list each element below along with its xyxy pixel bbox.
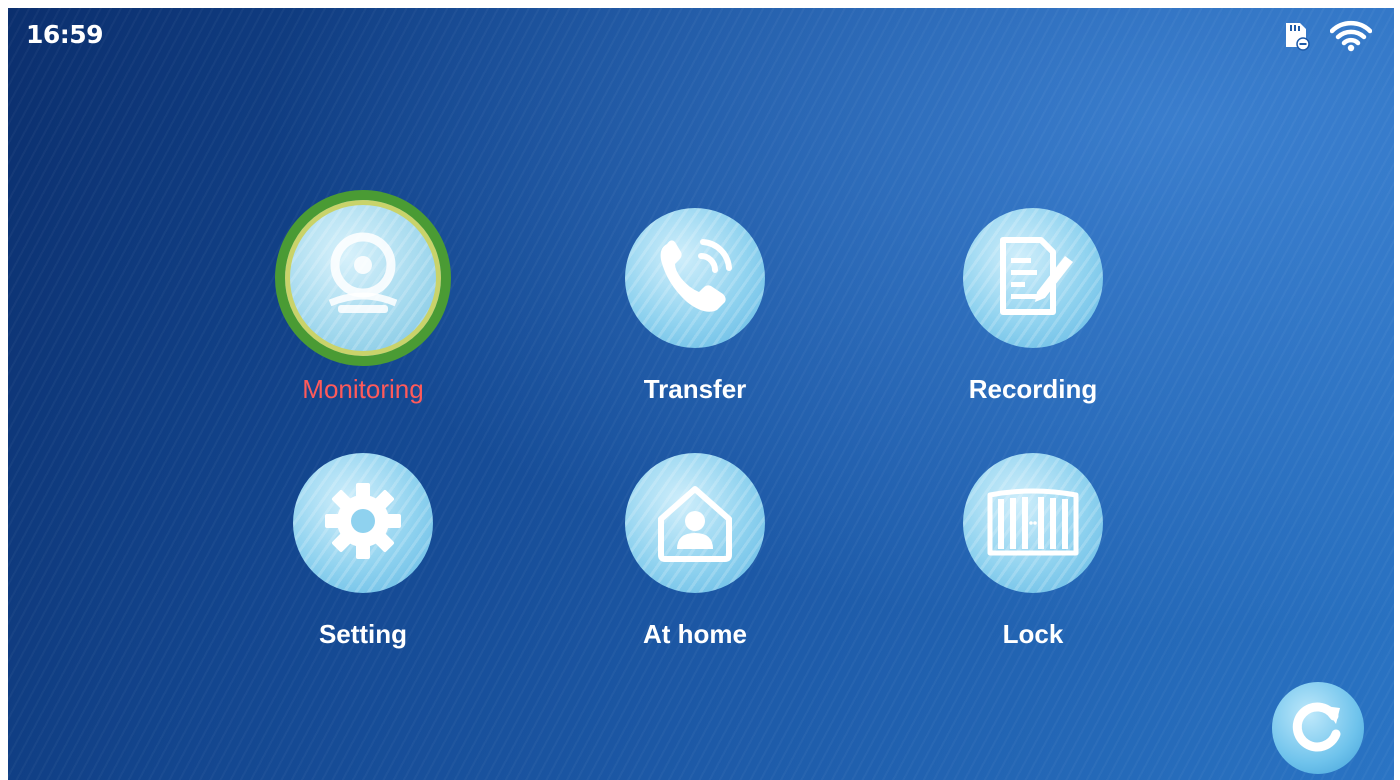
- refresh-icon: [1288, 696, 1348, 760]
- lock-tile-circle[interactable]: [963, 453, 1103, 593]
- recording-label: Recording: [968, 374, 1098, 404]
- document-edit-icon: [983, 226, 1083, 330]
- status-icons: [1282, 20, 1372, 52]
- transfer-label: Transfer: [643, 374, 747, 404]
- home-user-icon: [645, 471, 745, 575]
- menu-item-transfer[interactable]: Transfer: [575, 208, 815, 428]
- gate-lock-icon: [978, 471, 1088, 575]
- at-home-tile-circle[interactable]: [625, 453, 765, 593]
- status-time: 16:59: [26, 20, 104, 49]
- camera-icon: [308, 221, 418, 335]
- menu-item-recording[interactable]: Recording: [913, 208, 1153, 428]
- setting-tile-circle[interactable]: [293, 453, 433, 593]
- refresh-button[interactable]: [1272, 682, 1364, 774]
- monitoring-label: Monitoring: [302, 374, 424, 404]
- main-screen: 16:59 Monitoring Transfer Recording Sett…: [8, 8, 1394, 780]
- menu-item-setting[interactable]: Setting: [243, 453, 483, 673]
- lock-label: Lock: [1002, 619, 1064, 649]
- transfer-tile-circle[interactable]: [625, 208, 765, 348]
- monitoring-tile-circle[interactable]: [275, 190, 451, 366]
- gear-icon: [313, 471, 413, 575]
- menu-item-at-home[interactable]: At home: [575, 453, 815, 673]
- at-home-label: At home: [643, 619, 747, 649]
- setting-label: Setting: [318, 619, 408, 649]
- recording-tile-circle[interactable]: [963, 208, 1103, 348]
- menu-item-lock[interactable]: Lock: [913, 453, 1153, 673]
- phone-call-icon: [645, 226, 745, 330]
- menu-item-monitoring[interactable]: Monitoring: [243, 190, 483, 428]
- sd-card-icon: [1282, 21, 1310, 51]
- wifi-icon: [1330, 20, 1372, 52]
